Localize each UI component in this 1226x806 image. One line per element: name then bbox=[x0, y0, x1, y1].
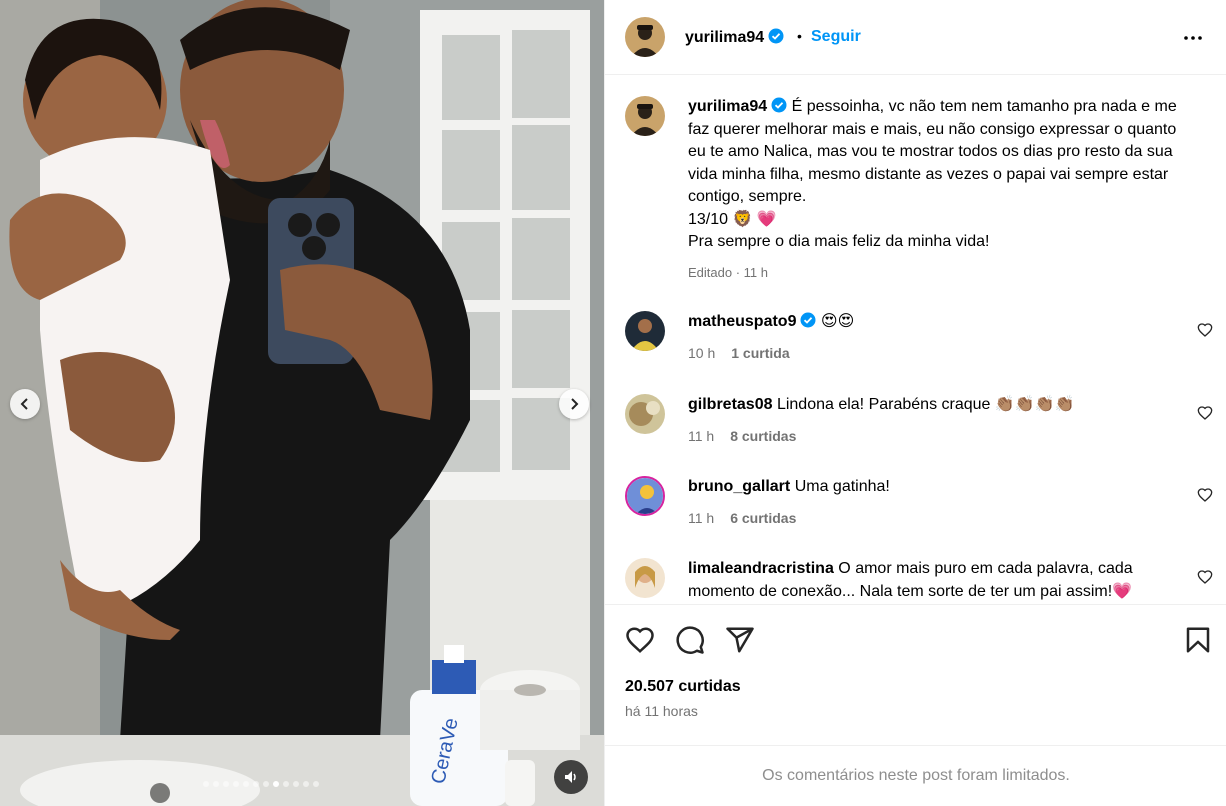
comment-body: gilbretas08 Lindona ela! Parabéns craque… bbox=[688, 394, 1183, 447]
comment-icon[interactable] bbox=[675, 625, 705, 655]
comment-text: 😍😍 bbox=[820, 313, 855, 330]
commenter-avatar[interactable] bbox=[625, 394, 665, 434]
verified-icon bbox=[800, 312, 816, 328]
audio-toggle-button[interactable] bbox=[554, 760, 588, 794]
comments-limited-notice: Os comentários neste post foram limitado… bbox=[605, 745, 1226, 806]
carousel-dot bbox=[203, 781, 209, 787]
commenter-avatar[interactable] bbox=[625, 311, 665, 351]
heart-icon[interactable] bbox=[1197, 322, 1213, 338]
verified-icon bbox=[768, 28, 784, 44]
volume-icon bbox=[565, 771, 576, 783]
share-icon[interactable] bbox=[725, 625, 755, 655]
carousel-next-button[interactable] bbox=[559, 389, 589, 419]
comment-likes[interactable]: 8 curtidas bbox=[730, 428, 796, 444]
comments-list[interactable]: yurilima94 É pessoinha, vc não tem nem t… bbox=[605, 76, 1226, 604]
carousel-dot bbox=[213, 781, 219, 787]
post-time: há 11 horas bbox=[625, 703, 698, 719]
comment-body: bruno_gallart Uma gatinha! 11 h 6 curtida… bbox=[688, 476, 1183, 529]
carousel-dot bbox=[293, 781, 299, 787]
comment-time: 10 h bbox=[688, 344, 716, 361]
caption-meta: Editado · 11 h bbox=[688, 264, 768, 280]
heart-icon[interactable] bbox=[1197, 405, 1213, 421]
heart-icon[interactable] bbox=[1197, 569, 1213, 585]
comment-username[interactable]: bruno_gallart bbox=[688, 478, 790, 495]
comment-time: 11 h bbox=[688, 509, 715, 526]
post-header: yurilima94 • Seguir bbox=[605, 0, 1226, 75]
comment-likes[interactable]: 6 curtidas bbox=[730, 510, 796, 526]
comment-username[interactable]: matheuspato9 bbox=[688, 313, 796, 330]
comment-username[interactable]: limaleandracristina bbox=[688, 560, 834, 577]
comment-text: Lindona ela! Parabéns craque 👏🏽👏🏽👏🏽👏🏽 bbox=[776, 396, 1075, 413]
post-side-panel: yurilima94 • Seguir yurilima94 É pessoin… bbox=[604, 0, 1226, 806]
comment-meta: 10 h 1 curtida bbox=[688, 342, 1183, 365]
carousel-indicator bbox=[203, 781, 319, 787]
comment-body: limaleandracristina O amor mais puro em … bbox=[688, 558, 1183, 603]
verified-icon bbox=[771, 97, 787, 113]
carousel-dot bbox=[223, 781, 229, 787]
carousel-dot bbox=[273, 781, 279, 787]
more-icon[interactable] bbox=[1181, 26, 1205, 50]
heart-icon[interactable] bbox=[1197, 487, 1213, 503]
header-separator: • bbox=[797, 28, 802, 44]
comment-text: Uma gatinha! bbox=[794, 478, 890, 495]
caption-body: yurilima94 É pessoinha, vc não tem nem t… bbox=[688, 96, 1183, 284]
comment-meta: 11 h 6 curtidas bbox=[688, 507, 1183, 530]
post-actions: 20.507 curtidas há 11 horas Os comentári… bbox=[605, 604, 1226, 804]
caption-date-line: 13/10 🦁 💗 bbox=[688, 210, 777, 228]
author-username[interactable]: yurilima94 bbox=[685, 28, 784, 47]
carousel-dot bbox=[233, 781, 239, 787]
author-avatar[interactable] bbox=[625, 96, 665, 136]
carousel-dot bbox=[303, 781, 309, 787]
post-media[interactable]: CeraVe bbox=[0, 0, 604, 806]
comment-body: matheuspato9 😍😍 10 h 1 curtida bbox=[688, 311, 1183, 364]
carousel-dot bbox=[253, 781, 259, 787]
follow-button[interactable]: Seguir bbox=[811, 28, 861, 46]
caption-username[interactable]: yurilima94 bbox=[688, 98, 767, 115]
caption-last-line: Pra sempre o dia mais feliz da minha vid… bbox=[688, 233, 990, 250]
carousel-dot bbox=[263, 781, 269, 787]
chevron-left-icon bbox=[20, 398, 28, 410]
carousel-dot bbox=[313, 781, 319, 787]
post-photo: CeraVe bbox=[0, 0, 604, 806]
comment-likes[interactable]: 1 curtida bbox=[731, 345, 789, 361]
author-avatar[interactable] bbox=[625, 17, 665, 57]
comment-meta: 11 h 8 curtidas bbox=[688, 425, 1183, 448]
carousel-dot bbox=[283, 781, 289, 787]
bookmark-icon[interactable] bbox=[1183, 625, 1213, 655]
commenter-avatar[interactable] bbox=[625, 476, 665, 516]
likes-count[interactable]: 20.507 curtidas bbox=[625, 678, 741, 696]
commenter-avatar[interactable] bbox=[625, 558, 665, 598]
comment-time: 11 h bbox=[688, 427, 715, 444]
carousel-dot bbox=[243, 781, 249, 787]
heart-icon[interactable] bbox=[625, 625, 655, 655]
comment-username[interactable]: gilbretas08 bbox=[688, 396, 772, 413]
carousel-prev-button[interactable] bbox=[10, 389, 40, 419]
chevron-right-icon bbox=[571, 398, 579, 410]
